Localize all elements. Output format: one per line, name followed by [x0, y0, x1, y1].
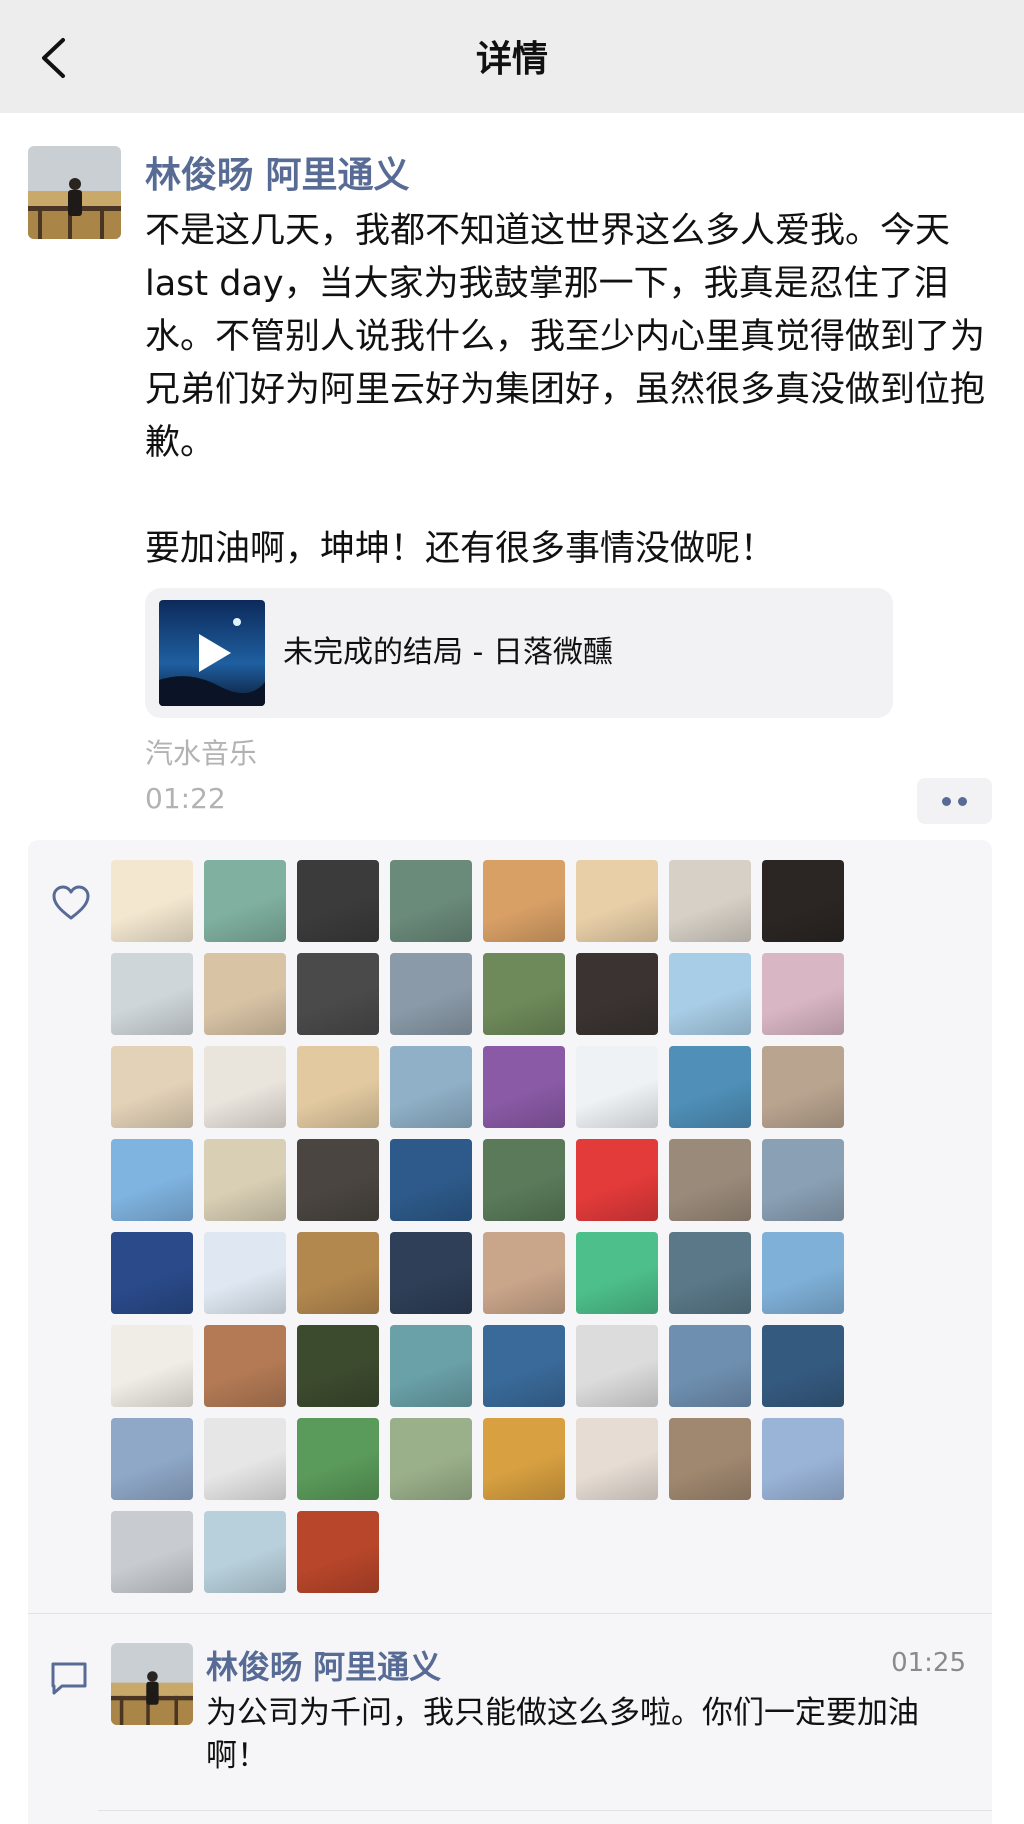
comment-text[interactable]: 为公司为千问，我只能做这么多啦。你们一定要加油啊！: [206, 1692, 972, 1778]
comment-time: 01:25: [891, 1648, 966, 1678]
liker-avatar[interactable]: [576, 1046, 658, 1128]
liker-avatar[interactable]: [669, 1325, 751, 1407]
post-time: 01:22: [145, 782, 226, 815]
liker-avatar[interactable]: [297, 1418, 379, 1500]
liker-avatar[interactable]: [669, 1139, 751, 1221]
liker-avatar[interactable]: [204, 953, 286, 1035]
liker-avatar[interactable]: [390, 1139, 472, 1221]
interaction-panel: 林俊旸 阿里通义 01:25 为公司为千问，我只能做这么多啦。你们一定要加油啊！: [28, 840, 992, 1824]
liker-avatar[interactable]: [576, 1325, 658, 1407]
liker-avatar[interactable]: [111, 860, 193, 942]
liker-avatar[interactable]: [297, 1325, 379, 1407]
liker-avatar[interactable]: [297, 860, 379, 942]
liker-avatar[interactable]: [762, 1325, 844, 1407]
liker-avatar[interactable]: [483, 1139, 565, 1221]
liker-avatar[interactable]: [576, 1139, 658, 1221]
liker-avatar[interactable]: [204, 1418, 286, 1500]
liker-avatar[interactable]: [669, 1418, 751, 1500]
liker-avatar[interactable]: [762, 1139, 844, 1221]
liker-avatar[interactable]: [576, 953, 658, 1035]
liker-avatar[interactable]: [297, 1139, 379, 1221]
liker-avatar[interactable]: [297, 953, 379, 1035]
music-cover[interactable]: [159, 600, 265, 706]
liker-avatar[interactable]: [297, 1046, 379, 1128]
liker-avatar[interactable]: [669, 1232, 751, 1314]
liker-avatar[interactable]: [297, 1511, 379, 1593]
liker-avatar[interactable]: [669, 860, 751, 942]
liker-avatar[interactable]: [111, 953, 193, 1035]
liker-avatar[interactable]: [762, 1232, 844, 1314]
more-dots-icon[interactable]: [917, 778, 992, 824]
liker-avatar[interactable]: [390, 953, 472, 1035]
liker-avatar[interactable]: [762, 860, 844, 942]
liker-avatar[interactable]: [204, 860, 286, 942]
liker-avatar[interactable]: [669, 953, 751, 1035]
liker-avatar[interactable]: [111, 1325, 193, 1407]
author-avatar[interactable]: [28, 146, 121, 239]
liker-avatar[interactable]: [762, 1046, 844, 1128]
heart-icon: [50, 882, 92, 924]
liker-avatar[interactable]: [390, 1418, 472, 1500]
liker-avatar[interactable]: [390, 1232, 472, 1314]
liker-avatar[interactable]: [483, 1232, 565, 1314]
liker-avatar[interactable]: [390, 1046, 472, 1128]
post-text: 不是这几天，我都不知道这世界这么多人爱我。今天 last day，当大家为我鼓掌…: [145, 211, 986, 569]
liker-avatar[interactable]: [111, 1232, 193, 1314]
comment-author[interactable]: 林俊旸 阿里通义: [206, 1642, 441, 1688]
divider: [98, 1810, 992, 1811]
liker-avatar[interactable]: [204, 1232, 286, 1314]
liker-avatar[interactable]: [111, 1139, 193, 1221]
liker-avatar[interactable]: [204, 1511, 286, 1593]
nav-bar: 详情: [0, 0, 1024, 113]
liker-avatar[interactable]: [483, 1325, 565, 1407]
liker-avatar[interactable]: [483, 1418, 565, 1500]
liker-avatar[interactable]: [576, 1418, 658, 1500]
music-card[interactable]: 未完成的结局 - 日落微醺: [145, 588, 893, 718]
liker-avatar[interactable]: [204, 1046, 286, 1128]
liker-avatar[interactable]: [297, 1232, 379, 1314]
post-author[interactable]: 林俊旸 阿里通义: [145, 146, 410, 198]
liker-avatar[interactable]: [111, 1046, 193, 1128]
liker-avatar[interactable]: [483, 860, 565, 942]
divider: [28, 1613, 992, 1614]
music-source[interactable]: 汽水音乐: [145, 732, 257, 772]
music-title: 未完成的结局 - 日落微醺: [283, 635, 613, 670]
liker-avatar[interactable]: [390, 1325, 472, 1407]
liker-avatar[interactable]: [669, 1046, 751, 1128]
liker-avatar[interactable]: [576, 1232, 658, 1314]
comment-icon: [48, 1658, 90, 1698]
liker-avatar[interactable]: [483, 953, 565, 1035]
liker-avatar[interactable]: [204, 1325, 286, 1407]
liker-avatar[interactable]: [390, 860, 472, 942]
liker-avatar[interactable]: [576, 860, 658, 942]
liker-avatar[interactable]: [111, 1418, 193, 1500]
liker-avatar[interactable]: [111, 1511, 193, 1593]
comment-avatar[interactable]: [111, 1643, 193, 1725]
liker-avatar[interactable]: [204, 1139, 286, 1221]
liker-avatar[interactable]: [762, 953, 844, 1035]
page-title: 详情: [475, 39, 548, 80]
liker-avatar[interactable]: [483, 1046, 565, 1128]
liker-avatar[interactable]: [762, 1418, 844, 1500]
